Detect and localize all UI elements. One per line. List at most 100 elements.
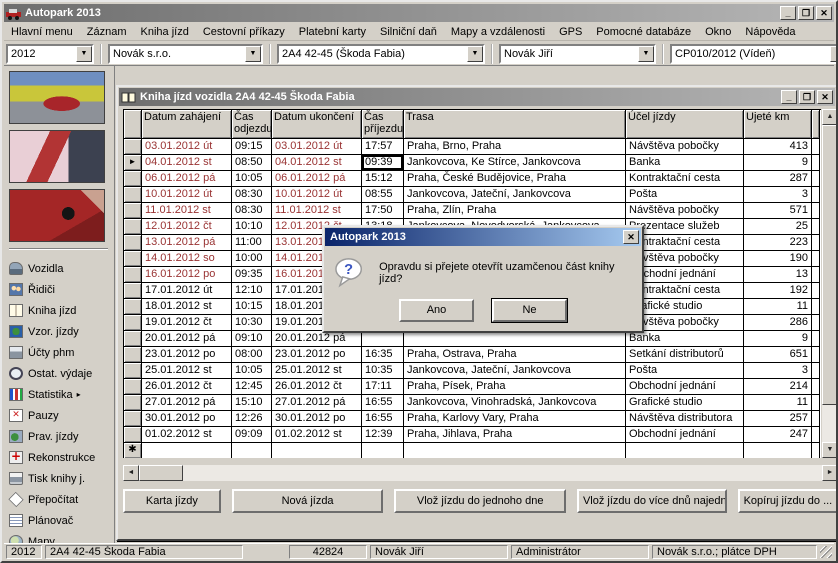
row-selector[interactable] [124,363,142,379]
start-date-cell[interactable]: 10.01.2012 út [142,187,232,203]
menu-item[interactable]: Kniha jízd [134,24,196,40]
km-cell[interactable]: 13 [744,267,812,283]
scroll-down-icon[interactable]: ▼ [822,442,838,458]
column-header[interactable]: Datum ukončení [272,110,362,139]
km-cell[interactable]: 223 [744,235,812,251]
route-cell[interactable]: Praha, České Budějovice, Praha [404,171,626,187]
purpose-cell[interactable]: Banka [626,155,744,171]
end-date-cell[interactable]: 04.01.2012 st [272,155,362,171]
main-titlebar[interactable]: Autopark 2013 _ ❐ ✕ [4,4,834,22]
end-date-cell[interactable]: 10.01.2012 út [272,187,362,203]
departure-time-cell[interactable]: 10:15 [232,299,272,315]
row-selector[interactable] [124,395,142,411]
row-selector[interactable] [124,331,142,347]
chevron-down-icon[interactable]: ▼ [76,46,92,62]
km-cell[interactable] [744,443,812,458]
sidebar-item[interactable]: Přepočítat [9,489,110,510]
start-date-cell[interactable]: 23.01.2012 po [142,347,232,363]
start-date-cell[interactable]: 18.01.2012 st [142,299,232,315]
end-date-cell[interactable]: 23.01.2012 po [272,347,362,363]
km-cell[interactable]: 214 [744,379,812,395]
trip-order-combo[interactable]: CP010/2012 (Vídeň) ▼ [670,44,838,64]
menu-item[interactable]: Okno [698,24,738,40]
start-date-cell[interactable]: 04.01.2012 st [142,155,232,171]
year-combo[interactable]: 2012 ▼ [6,44,94,64]
sidebar-item[interactable]: Vzor. jízdy [9,321,110,342]
chevron-down-icon[interactable]: ▼ [245,46,261,62]
menu-item[interactable]: GPS [552,24,589,40]
sidebar-item[interactable]: Pauzy [9,405,110,426]
arrival-time-cell[interactable]: 17:11 [362,379,404,395]
action-button[interactable]: Karta jízdy [123,489,221,513]
start-date-cell[interactable]: 25.01.2012 st [142,363,232,379]
row-selector[interactable] [124,219,142,235]
end-date-cell[interactable]: 11.01.2012 st [272,203,362,219]
scroll-right-icon[interactable]: ► [822,465,838,481]
row-selector[interactable] [124,235,142,251]
column-header[interactable]: Čas příjezdu [362,110,404,139]
departure-time-cell[interactable]: 09:10 [232,331,272,347]
departure-time-cell[interactable]: 10:00 [232,251,272,267]
km-cell[interactable]: 11 [744,299,812,315]
departure-time-cell[interactable]: 10:05 [232,363,272,379]
km-cell[interactable]: 651 [744,347,812,363]
km-cell[interactable]: 190 [744,251,812,267]
arrival-time-cell[interactable]: 16:55 [362,411,404,427]
yes-button[interactable]: Ano [399,299,474,322]
close-icon[interactable]: ✕ [817,90,833,104]
chevron-down-icon[interactable]: ▼ [638,46,654,62]
menu-item[interactable]: Silniční daň [373,24,444,40]
maximize-icon[interactable]: ❐ [799,90,815,104]
route-cell[interactable] [404,443,626,458]
sidebar-item[interactable]: Tisk knihy j. [9,468,110,489]
end-date-cell[interactable]: 03.01.2012 út [272,139,362,155]
column-header[interactable]: Trasa [404,110,626,139]
end-date-cell[interactable]: 06.01.2012 pá [272,171,362,187]
vertical-scroll-thumb[interactable] [822,125,838,405]
departure-time-cell[interactable]: 11:00 [232,235,272,251]
start-date-cell[interactable]: 17.01.2012 út [142,283,232,299]
column-header[interactable] [124,110,142,139]
vertical-scrollbar[interactable]: ▲ ▼ [822,109,838,458]
arrival-time-cell[interactable]: 17:50 [362,203,404,219]
route-cell[interactable]: Jankovcova, Ke Stírce, Jankovcova [404,155,626,171]
minimize-icon[interactable]: _ [781,90,797,104]
end-date-cell[interactable]: 30.01.2012 po [272,411,362,427]
row-selector[interactable]: ► [124,155,142,171]
scroll-left-icon[interactable]: ◄ [123,465,139,481]
departure-time-cell[interactable]: 08:50 [232,155,272,171]
arrival-time-cell[interactable]: 10:35 [362,363,404,379]
menu-item[interactable]: Záznam [80,24,134,40]
arrival-time-cell[interactable]: 17:57 [362,139,404,155]
row-selector[interactable] [124,203,142,219]
departure-time-cell[interactable]: 08:30 [232,187,272,203]
km-cell[interactable]: 287 [744,171,812,187]
start-date-cell[interactable]: 27.01.2012 pá [142,395,232,411]
purpose-cell[interactable]: Pošta [626,363,744,379]
sidebar-item[interactable]: Řidiči [9,279,110,300]
arrival-time-cell[interactable] [362,331,404,347]
purpose-cell[interactable]: Obchodní jednání [626,427,744,443]
sidebar-item[interactable]: Statistika ▸ [9,384,110,405]
row-selector[interactable] [124,171,142,187]
purpose-cell[interactable]: Banka [626,331,744,347]
row-selector[interactable] [124,283,142,299]
departure-time-cell[interactable]: 10:30 [232,315,272,331]
resize-grip[interactable] [820,546,832,558]
km-cell[interactable]: 257 [744,411,812,427]
route-cell[interactable]: Praha, Zlín, Praha [404,203,626,219]
row-selector[interactable] [124,315,142,331]
dialog-titlebar[interactable]: Autopark 2013 ✕ [325,228,641,246]
row-selector[interactable] [124,379,142,395]
departure-time-cell[interactable] [232,443,272,458]
new-record-row[interactable]: ✱ [124,443,821,458]
end-date-cell[interactable]: 26.01.2012 čt [272,379,362,395]
arrival-time-cell[interactable]: 15:12 [362,171,404,187]
route-cell[interactable]: Praha, Ostrava, Praha [404,347,626,363]
row-selector[interactable] [124,411,142,427]
menu-item[interactable]: Hlavní menu [4,24,80,40]
start-date-cell[interactable]: 03.01.2012 út [142,139,232,155]
new-record-marker[interactable]: ✱ [124,443,142,458]
departure-time-cell[interactable]: 08:30 [232,203,272,219]
start-date-cell[interactable]: 01.02.2012 st [142,427,232,443]
